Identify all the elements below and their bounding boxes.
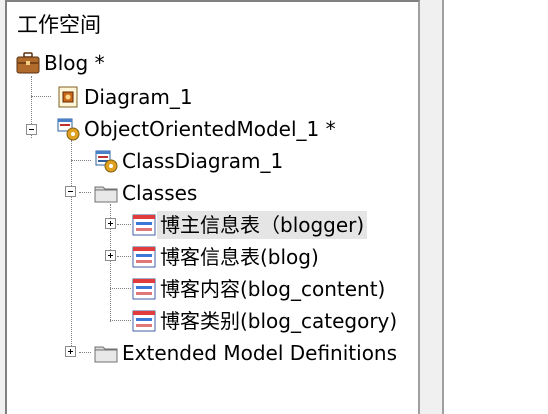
tree-item-label: ClassDiagram_1 bbox=[122, 149, 284, 173]
tree-item-class-blog-category[interactable]: 博客类别(blog_category) bbox=[131, 306, 400, 336]
tree-connector bbox=[79, 352, 91, 353]
tree-item-label: 博客类别(blog_category) bbox=[160, 309, 398, 333]
tree-item-label: Diagram_1 bbox=[84, 85, 193, 109]
tree-connector bbox=[71, 160, 91, 161]
model-icon bbox=[55, 116, 81, 142]
collapse-model-toggle[interactable] bbox=[26, 124, 37, 135]
tree-item-class-blog-content[interactable]: 博客内容(blog_content) bbox=[131, 274, 388, 304]
tree-item-class-blogger[interactable]: 博主信息表（blogger) bbox=[131, 210, 368, 240]
tree-item-object-oriented-model[interactable]: ObjectOrientedModel_1 * bbox=[55, 114, 339, 144]
window: 工作空间 Blog * Diagram_1 ObjectOrientedMode… bbox=[0, 0, 548, 414]
diagram-icon bbox=[55, 84, 81, 110]
class-icon bbox=[131, 244, 157, 270]
tree-item-label: Blog * bbox=[44, 51, 105, 75]
tree-item-blog[interactable]: Blog * bbox=[15, 48, 108, 78]
tree-connector bbox=[71, 140, 72, 356]
tree-item-label: Extended Model Definitions bbox=[122, 341, 398, 365]
tree-item-label: 博客内容(blog_content) bbox=[160, 277, 386, 301]
tree-item-label: 博主信息表（blogger) bbox=[157, 211, 368, 239]
splitter[interactable] bbox=[420, 0, 442, 414]
tree-connector bbox=[110, 320, 131, 321]
tree-item-classes-folder[interactable]: Classes bbox=[93, 178, 200, 208]
workspace-tree-panel[interactable]: 工作空间 Blog * Diagram_1 ObjectOrientedMode… bbox=[5, 0, 420, 414]
folder-icon bbox=[93, 340, 119, 366]
folder-icon bbox=[93, 180, 119, 206]
expand-blog-toggle[interactable] bbox=[105, 250, 116, 261]
class-icon bbox=[131, 308, 157, 334]
collapse-classes-toggle[interactable] bbox=[65, 186, 76, 197]
tree-connector bbox=[117, 224, 131, 225]
tree-item-class-blog[interactable]: 博客信息表(blog) bbox=[131, 242, 322, 272]
class-icon bbox=[131, 212, 157, 238]
expand-extended-definitions-toggle[interactable] bbox=[65, 346, 76, 357]
content-pane bbox=[442, 0, 548, 414]
workspace-root-label[interactable]: 工作空间 bbox=[17, 12, 101, 38]
tree-connector bbox=[117, 256, 131, 257]
tree-item-label: ObjectOrientedModel_1 * bbox=[84, 117, 336, 141]
class-diagram-icon bbox=[93, 148, 119, 174]
expand-blogger-toggle[interactable] bbox=[105, 218, 116, 229]
tree-item-class-diagram-1[interactable]: ClassDiagram_1 bbox=[93, 146, 286, 176]
class-icon bbox=[131, 276, 157, 302]
tree-item-label: Classes bbox=[122, 181, 198, 205]
briefcase-icon bbox=[15, 50, 41, 76]
tree-connector bbox=[79, 192, 91, 193]
tree-item-label: 博客信息表(blog) bbox=[160, 245, 319, 269]
tree-connector bbox=[110, 288, 131, 289]
tree-connector bbox=[31, 96, 51, 97]
tree-item-diagram-1[interactable]: Diagram_1 bbox=[55, 82, 196, 112]
tree-item-extended-model-definitions[interactable]: Extended Model Definitions bbox=[93, 338, 400, 368]
